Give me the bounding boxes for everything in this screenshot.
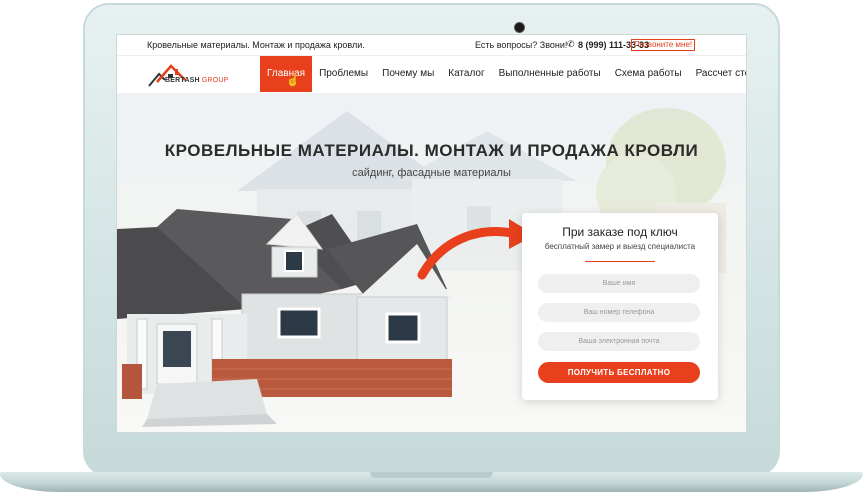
- nav-item-completed-works[interactable]: Выполненные работы: [492, 56, 608, 92]
- logo-suffix: GROUP: [201, 77, 229, 84]
- form-title: При заказе под ключ: [562, 225, 678, 239]
- nav-item-work-scheme[interactable]: Схема работы: [608, 56, 689, 92]
- order-form: При заказе под ключ бесплатный замер и в…: [522, 213, 718, 400]
- hero-title: КРОВЕЛЬНЫЕ МАТЕРИАЛЫ. МОНТАЖ И ПРОДАЖА К…: [164, 141, 699, 160]
- hero-section: КРОВЕЛЬНЫЕ МАТЕРИАЛЫ. МОНТАЖ И ПРОДАЖА К…: [117, 93, 746, 432]
- phone-field[interactable]: [538, 303, 700, 322]
- phone-icon: ✆: [567, 39, 575, 49]
- top-bar: Кровельные материалы. Монтаж и продажа к…: [117, 35, 746, 56]
- camera-icon: [514, 22, 525, 33]
- hand-cursor-icon: ☝: [286, 75, 300, 87]
- form-subtitle: бесплатный замер и выезд специалиста: [544, 242, 696, 251]
- logo-brand: BERTASH: [165, 77, 200, 84]
- callback-button[interactable]: Позвоните мне!: [631, 39, 696, 51]
- navbar: BERTASH GROUP Главная Проблемы Почему мы…: [117, 56, 746, 92]
- nav-item-why-us[interactable]: Почему мы: [375, 56, 441, 92]
- form-divider: [585, 261, 655, 262]
- logo[interactable]: BERTASH GROUP: [147, 62, 228, 88]
- laptop-notch: [370, 472, 493, 478]
- tagline: Кровельные материалы. Монтаж и продажа к…: [147, 40, 365, 50]
- screen: Кровельные материалы. Монтаж и продажа к…: [116, 34, 747, 433]
- question-text: Есть вопросы? Звони!: [475, 40, 568, 50]
- arrow-icon: [417, 219, 535, 280]
- name-field[interactable]: [538, 274, 700, 293]
- email-field[interactable]: [538, 332, 700, 351]
- nav-item-problems[interactable]: Проблемы: [312, 56, 375, 92]
- logo-text: BERTASH GROUP: [165, 77, 229, 84]
- hero-subtitle: сайдинг, фасадные материалы: [352, 167, 511, 179]
- submit-button[interactable]: ПОЛУЧИТЬ БЕСПЛАТНО: [538, 362, 700, 383]
- logo-house-icon: [148, 64, 186, 87]
- nav-item-catalog[interactable]: Каталог: [441, 56, 491, 92]
- nav-item-cost-calculation[interactable]: Рассчет стоимости: [689, 56, 746, 92]
- house-image: [117, 209, 452, 427]
- main-nav: Главная Проблемы Почему мы Каталог Выпол…: [260, 56, 746, 92]
